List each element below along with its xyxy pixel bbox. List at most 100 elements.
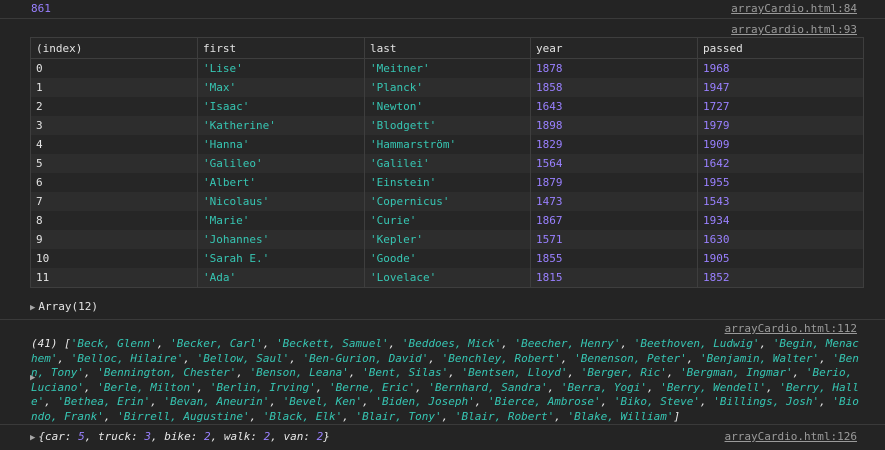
array-item: 'Beddoes, Mick' — [401, 337, 502, 350]
array-item: 'Beethoven, Ludwig' — [633, 337, 760, 350]
table-cell: 'Kepler' — [364, 230, 531, 249]
array-item: 'Belloc, Hilaire' — [70, 351, 184, 365]
comma: , — [792, 366, 806, 380]
table-row: 9 'Johannes' 'Kepler' 1571 1630 — [30, 230, 864, 249]
comma: , — [150, 395, 164, 409]
table-cell: 9 — [30, 230, 198, 249]
table-header-cell[interactable]: year — [530, 37, 698, 59]
comma: , — [210, 430, 224, 443]
divider — [0, 424, 885, 425]
table-cell: 1879 — [530, 173, 698, 192]
array-summary[interactable]: ▶ Array(12) — [30, 300, 98, 313]
array-item: 'Bevel, Ken' — [282, 395, 363, 409]
array-item: 'Beckett, Samuel' — [276, 337, 389, 350]
array-item: 'Blair, Robert' — [454, 409, 555, 423]
comma: , — [759, 337, 773, 350]
comma: , — [44, 395, 58, 409]
table-cell: 'Hammarström' — [364, 135, 531, 154]
array-item: 'Biden, Joseph' — [375, 395, 475, 409]
array-item: 'Bethea, Erin' — [57, 395, 151, 409]
object-value: 2 — [204, 430, 211, 443]
object-key: car: — [45, 430, 79, 443]
table-cell: 'Copernicus' — [364, 192, 531, 211]
array-item: 'Bierce, Ambrose' — [488, 395, 601, 409]
comma: , — [249, 409, 263, 423]
table-cell: 'Goode' — [364, 249, 531, 268]
array-summary-label: Array(12) — [38, 300, 99, 313]
comma: , — [567, 366, 581, 380]
table-header-cell[interactable]: last — [364, 37, 531, 59]
object-log[interactable]: ▶ {car: 5, truck: 3, bike: 2, walk: 2, va… — [30, 430, 330, 443]
comma: , — [269, 395, 283, 409]
table-row: 5 'Galileo' 'Galilei' 1564 1642 — [30, 154, 864, 173]
array-item: 'Benjamin, Walter' — [699, 351, 820, 365]
comma: , — [547, 380, 561, 394]
table-row: 10 'Sarah E.' 'Goode' 1855 1905 — [30, 249, 864, 268]
comma: , — [362, 395, 376, 409]
source-link-93[interactable]: arrayCardio.html:93 — [731, 23, 857, 36]
comma: , — [84, 430, 99, 443]
array-item: 'Berne, Eric' — [329, 380, 416, 394]
array-item: 'Berger, Ric' — [580, 366, 667, 380]
comma: , — [620, 337, 634, 350]
table-header-cell[interactable]: passed — [697, 37, 864, 59]
table-row: 4 'Hanna' 'Hammarström' 1829 1909 — [30, 135, 864, 154]
table-cell: 1867 — [530, 211, 698, 230]
table-cell: 1630 — [697, 230, 864, 249]
comma: , — [342, 409, 356, 423]
comma: , — [388, 337, 402, 350]
table-cell: 1829 — [530, 135, 698, 154]
table-header-cell[interactable]: (index) — [30, 37, 198, 59]
array-item: 'Birrell, Augustine' — [117, 409, 250, 423]
table-cell: 'Nicolaus' — [197, 192, 365, 211]
array-item: 'Blair, Tony' — [355, 409, 442, 423]
comma: , — [448, 366, 462, 380]
table-cell: 1543 — [697, 192, 864, 211]
source-link-84[interactable]: arrayCardio.html:84 — [731, 2, 857, 15]
table-cell: 6 — [30, 173, 198, 192]
comma: , — [819, 351, 833, 365]
table-cell: 1905 — [697, 249, 864, 268]
comma: , — [415, 380, 429, 394]
array-item: 'Berle, Milton' — [97, 380, 197, 394]
source-link-112[interactable]: arrayCardio.html:112 — [725, 322, 857, 335]
table-row: 1 'Max' 'Planck' 1858 1947 — [30, 78, 864, 97]
table-header-cell[interactable]: first — [197, 37, 365, 59]
array-item: 'Ben-Gurion, David' — [302, 351, 429, 365]
table-cell: 5 — [30, 154, 198, 173]
table-cell: 1878 — [530, 58, 698, 78]
comma: , — [289, 351, 303, 365]
table-cell: 1858 — [530, 78, 698, 97]
bracket-open: [ — [64, 337, 71, 350]
table-row: 2 'Isaac' 'Newton' 1643 1727 — [30, 97, 864, 116]
expand-triangle-icon[interactable]: ▶ — [30, 433, 35, 443]
table-cell: 'Newton' — [364, 97, 531, 116]
table-cell: 'Johannes' — [197, 230, 365, 249]
array-item: 'Benenson, Peter' — [574, 351, 687, 365]
comma: , — [560, 351, 575, 365]
comma: , — [83, 380, 98, 394]
table-cell: 'Planck' — [364, 78, 531, 97]
table-cell: 'Einstein' — [364, 173, 531, 192]
comma: , — [83, 366, 98, 380]
array-item: 'Benson, Leana' — [249, 366, 349, 380]
comma: , — [441, 409, 455, 423]
source-link-126[interactable]: arrayCardio.html:126 — [725, 430, 857, 443]
console-log-number-row: 861 arrayCardio.html:84 — [0, 0, 885, 19]
array-item: 'Bevan, Aneurin' — [163, 395, 270, 409]
table-cell: 'Meitner' — [364, 58, 531, 78]
comma: , — [428, 351, 442, 365]
names-array-log[interactable]: (41) ['Beck, Glenn', 'Becker, Carl', 'Be… — [31, 337, 861, 425]
expand-triangle-icon[interactable]: ▶ — [30, 303, 35, 313]
comma: , — [474, 395, 489, 409]
brace-close: } — [323, 430, 330, 443]
array-item: 'Beecher, Henry' — [514, 337, 621, 350]
table-row: 6 'Albert' 'Einstein' 1879 1955 — [30, 173, 864, 192]
table-cell: 'Hanna' — [197, 135, 365, 154]
object-key: walk: — [223, 430, 264, 443]
comma: , — [183, 351, 197, 365]
array-item: 'Bergman, Ingmar' — [680, 366, 793, 380]
table-cell: 1968 — [697, 58, 864, 78]
table-cell: 1852 — [697, 268, 864, 288]
table-cell: 1815 — [530, 268, 698, 288]
